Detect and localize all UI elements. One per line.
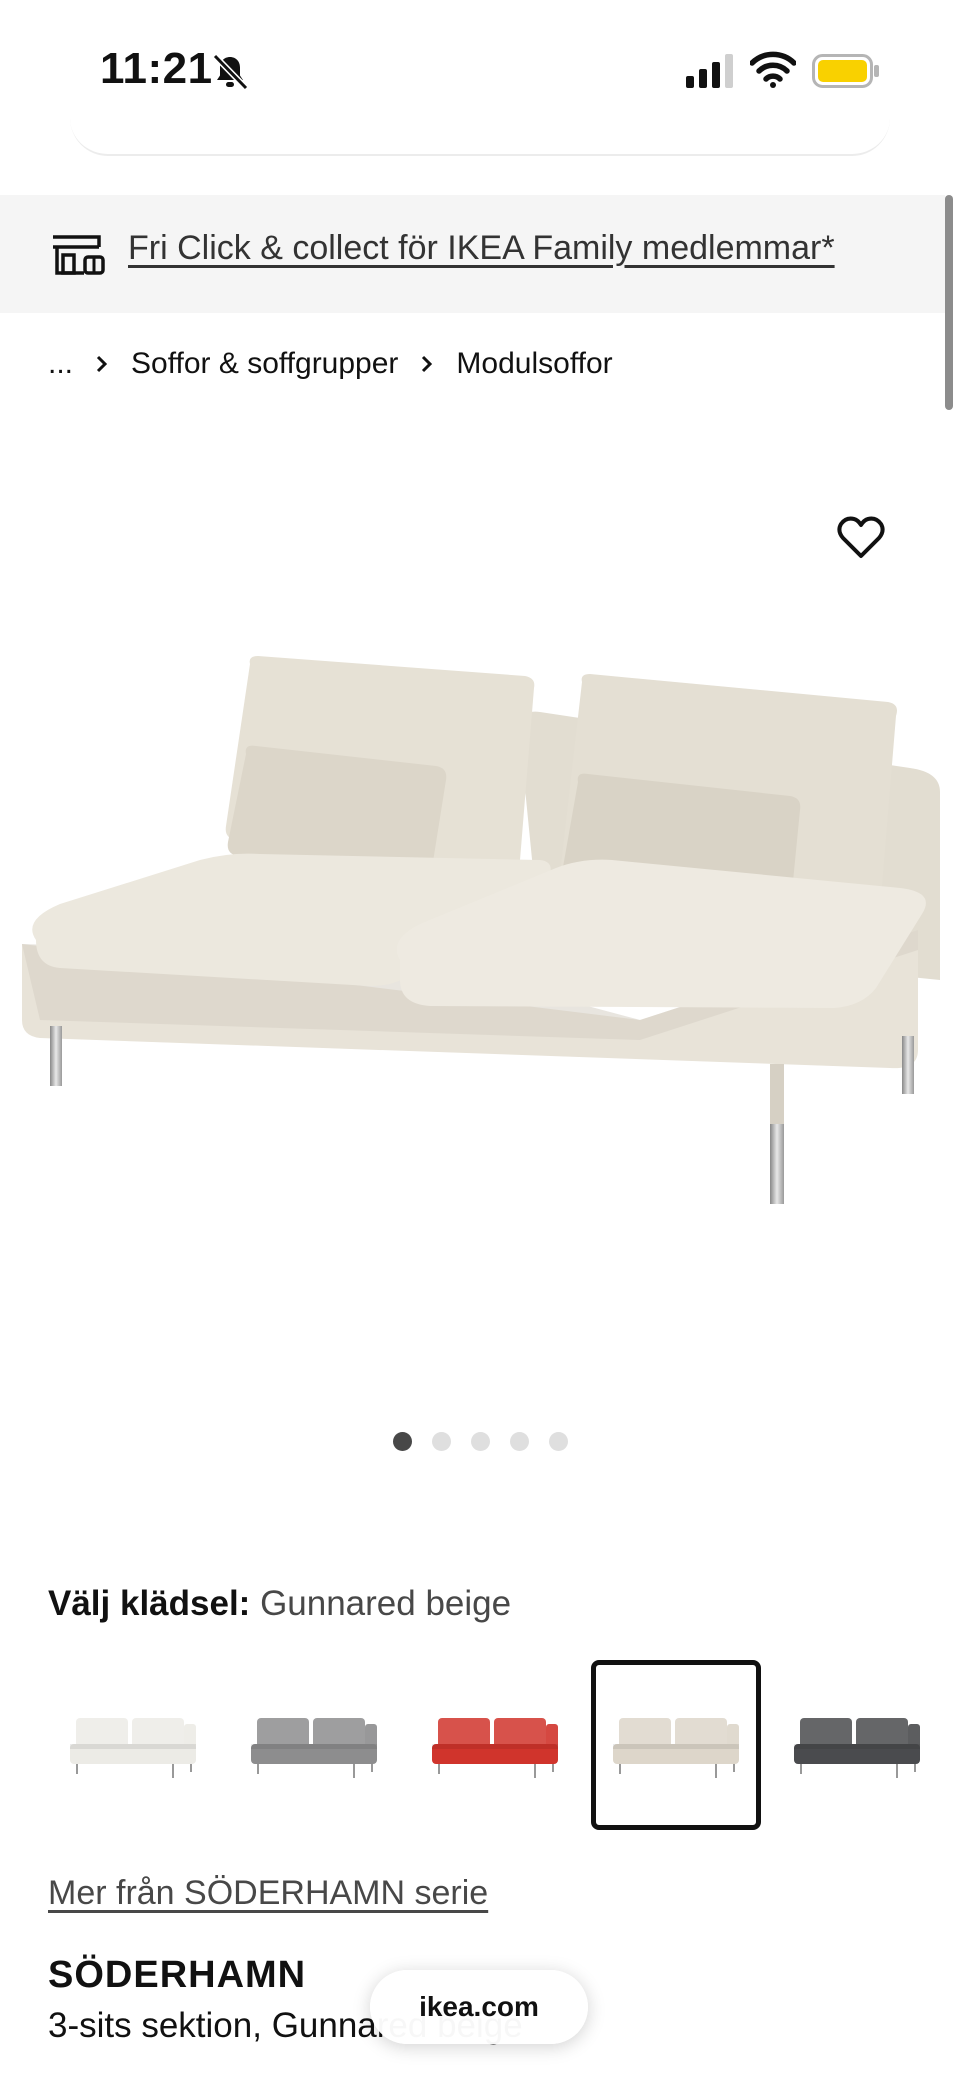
fabric-swatch[interactable] xyxy=(591,1660,761,1830)
breadcrumb-item-soffor[interactable]: Soffor & soffgrupper xyxy=(131,347,398,381)
carousel-dot[interactable] xyxy=(509,1432,529,1451)
promo-banner[interactable]: Fri Click & collect för IKEA Family medl… xyxy=(0,195,945,313)
carousel-dot[interactable] xyxy=(470,1432,490,1451)
fabric-swatch[interactable] xyxy=(229,1660,399,1830)
carousel-dots xyxy=(0,1432,960,1456)
sofa-thumbnail-icon xyxy=(250,1718,377,1778)
series-link[interactable]: Mer från SÖDERHAMN serie xyxy=(48,1874,488,1913)
scrollbar[interactable] xyxy=(945,195,953,410)
chevron-right-icon xyxy=(95,354,109,374)
wifi-icon xyxy=(750,51,796,88)
product-image[interactable] xyxy=(0,420,960,1260)
fabric-selected-name: Gunnared beige xyxy=(260,1584,512,1623)
carousel-dot[interactable] xyxy=(548,1432,568,1451)
fabric-swatch[interactable] xyxy=(48,1660,218,1830)
chevron-right-icon xyxy=(420,354,434,374)
fabric-swatches xyxy=(48,1660,960,1832)
product-name: SÖDERHAMN xyxy=(48,1954,307,1996)
fabric-label-title: Välj klädsel: xyxy=(48,1584,251,1623)
cellular-signal-icon xyxy=(686,54,733,88)
store-icon xyxy=(53,235,105,275)
sofa-thumbnail-icon xyxy=(431,1718,558,1778)
battery-icon xyxy=(812,54,879,88)
sofa-thumbnail-icon xyxy=(612,1718,739,1778)
promo-link[interactable]: Fri Click & collect för IKEA Family medl… xyxy=(128,229,835,268)
fabric-swatch[interactable] xyxy=(410,1660,580,1830)
browser-url-pill[interactable]: ikea.com xyxy=(370,1970,588,2044)
breadcrumb-item-modulsoffor[interactable]: Modulsoffor xyxy=(456,347,612,381)
breadcrumb: ... Soffor & soffgrupper Modulsoffor xyxy=(48,344,613,384)
fabric-swatch[interactable] xyxy=(772,1660,942,1830)
favorite-heart-icon[interactable] xyxy=(836,514,886,562)
sofa-thumbnail-icon xyxy=(793,1718,920,1778)
sofa-thumbnail-icon xyxy=(69,1718,196,1778)
carousel-dot[interactable] xyxy=(431,1432,451,1451)
bell-muted-icon xyxy=(212,53,249,91)
status-time: 11:21 xyxy=(100,44,213,93)
carousel-dot[interactable] xyxy=(392,1432,412,1451)
fabric-label: Välj klädsel: Gunnared beige xyxy=(48,1584,511,1624)
breadcrumb-ellipsis[interactable]: ... xyxy=(48,347,73,381)
search-bar-edge xyxy=(70,118,890,156)
